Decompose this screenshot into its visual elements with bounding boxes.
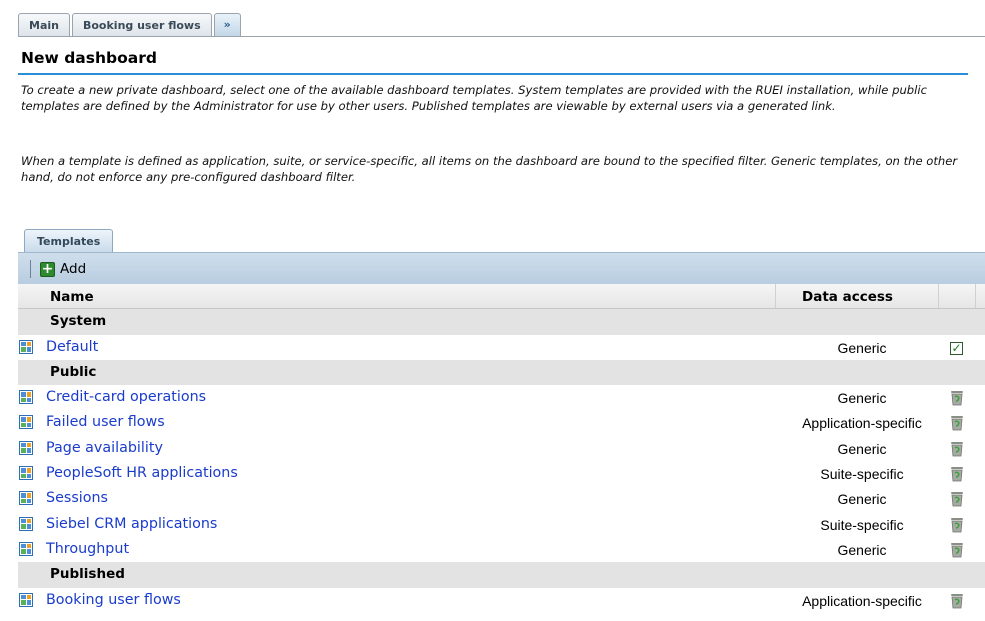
trash-can-icon[interactable]	[949, 465, 965, 482]
dashboard-template-icon	[19, 491, 33, 506]
data-access-value: Generic	[837, 339, 887, 356]
table-row: Failed user flows Application-specific	[18, 410, 985, 435]
table-header: Name Data access	[18, 284, 985, 310]
data-access-value: Application-specific	[802, 415, 922, 432]
template-link[interactable]: Page availability	[46, 440, 163, 456]
group-label: Public	[50, 363, 97, 380]
template-link[interactable]: Booking user flows	[46, 592, 181, 608]
data-access-value: Generic	[837, 541, 887, 558]
dashboard-template-icon	[19, 541, 33, 556]
intro-paragraph-1: To create a new private dashboard, selec…	[21, 83, 927, 113]
trash-can-icon[interactable]	[949, 516, 965, 533]
trash-can-icon[interactable]	[949, 541, 965, 558]
trash-can-icon[interactable]	[949, 490, 965, 507]
table-row: Default Generic ✓	[18, 335, 985, 360]
trash-can-icon[interactable]	[949, 389, 965, 406]
template-link[interactable]: Failed user flows	[46, 414, 165, 430]
tab-templates[interactable]: Templates	[24, 229, 114, 252]
templates-toolbar: + Add	[18, 252, 985, 284]
data-access-value: Generic	[837, 440, 887, 457]
group-label: System	[50, 313, 107, 330]
tab-bar-divider	[18, 36, 985, 37]
column-divider	[975, 284, 976, 309]
template-link[interactable]: Sessions	[46, 490, 108, 506]
group-row-public: Public	[18, 359, 985, 386]
template-link[interactable]: Throughput	[46, 541, 129, 557]
column-divider	[938, 284, 939, 309]
template-link[interactable]: PeopleSoft HR applications	[46, 465, 238, 481]
plus-icon: +	[40, 260, 55, 277]
dashboard-template-icon	[19, 339, 33, 354]
table-row: Booking user flows Application-specific	[18, 588, 985, 613]
data-access-value: Generic	[837, 491, 887, 508]
column-header-data-access[interactable]: Data access	[802, 289, 893, 305]
dashboard-template-icon	[19, 415, 33, 430]
toolbar-separator	[30, 260, 31, 278]
data-access-value: Application-specific	[802, 592, 922, 609]
template-link[interactable]: Default	[46, 339, 98, 355]
dashboard-template-icon	[19, 466, 33, 481]
tab-booking-user-flows[interactable]: Booking user flows	[71, 13, 212, 36]
column-divider	[775, 284, 776, 309]
template-link[interactable]: Siebel CRM applications	[46, 516, 217, 532]
dashboard-template-icon	[19, 592, 33, 607]
checkmark-checkbox-icon[interactable]: ✓	[950, 341, 963, 355]
tab-more-button[interactable]: »	[213, 13, 241, 36]
add-label: Add	[60, 261, 87, 277]
table-row: Sessions Generic	[18, 486, 985, 511]
trash-can-icon[interactable]	[949, 414, 965, 431]
title-underline	[18, 73, 968, 75]
group-row-published: Published	[18, 562, 985, 588]
intro-paragraph-2: When a template is defined as applicatio…	[21, 154, 958, 184]
template-link[interactable]: Credit-card operations	[46, 389, 206, 405]
top-tab-bar: Main Booking user flows »	[18, 13, 241, 36]
table-row: Credit-card operations Generic	[18, 385, 985, 410]
group-row-system: System	[18, 309, 985, 335]
dashboard-template-icon	[19, 516, 33, 531]
trash-can-icon[interactable]	[949, 440, 965, 457]
dashboard-template-icon	[19, 390, 33, 405]
table-row: Page availability Generic	[18, 436, 985, 461]
table-row: Siebel CRM applications Suite-specific	[18, 512, 985, 537]
data-access-value: Suite-specific	[820, 516, 904, 533]
table-row: PeopleSoft HR applications Suite-specifi…	[18, 461, 985, 486]
data-access-value: Generic	[837, 390, 887, 407]
templates-table: Name Data access System Default Generic …	[18, 284, 985, 613]
tab-main[interactable]: Main	[18, 13, 70, 36]
add-template-button[interactable]: + Add	[40, 259, 86, 279]
table-row: Throughput Generic	[18, 537, 985, 562]
trash-can-icon[interactable]	[949, 592, 965, 609]
data-access-value: Suite-specific	[820, 466, 904, 483]
column-header-name[interactable]: Name	[50, 289, 94, 305]
page-title: New dashboard	[21, 49, 157, 67]
dashboard-template-icon	[19, 440, 33, 455]
group-label: Published	[50, 566, 125, 583]
